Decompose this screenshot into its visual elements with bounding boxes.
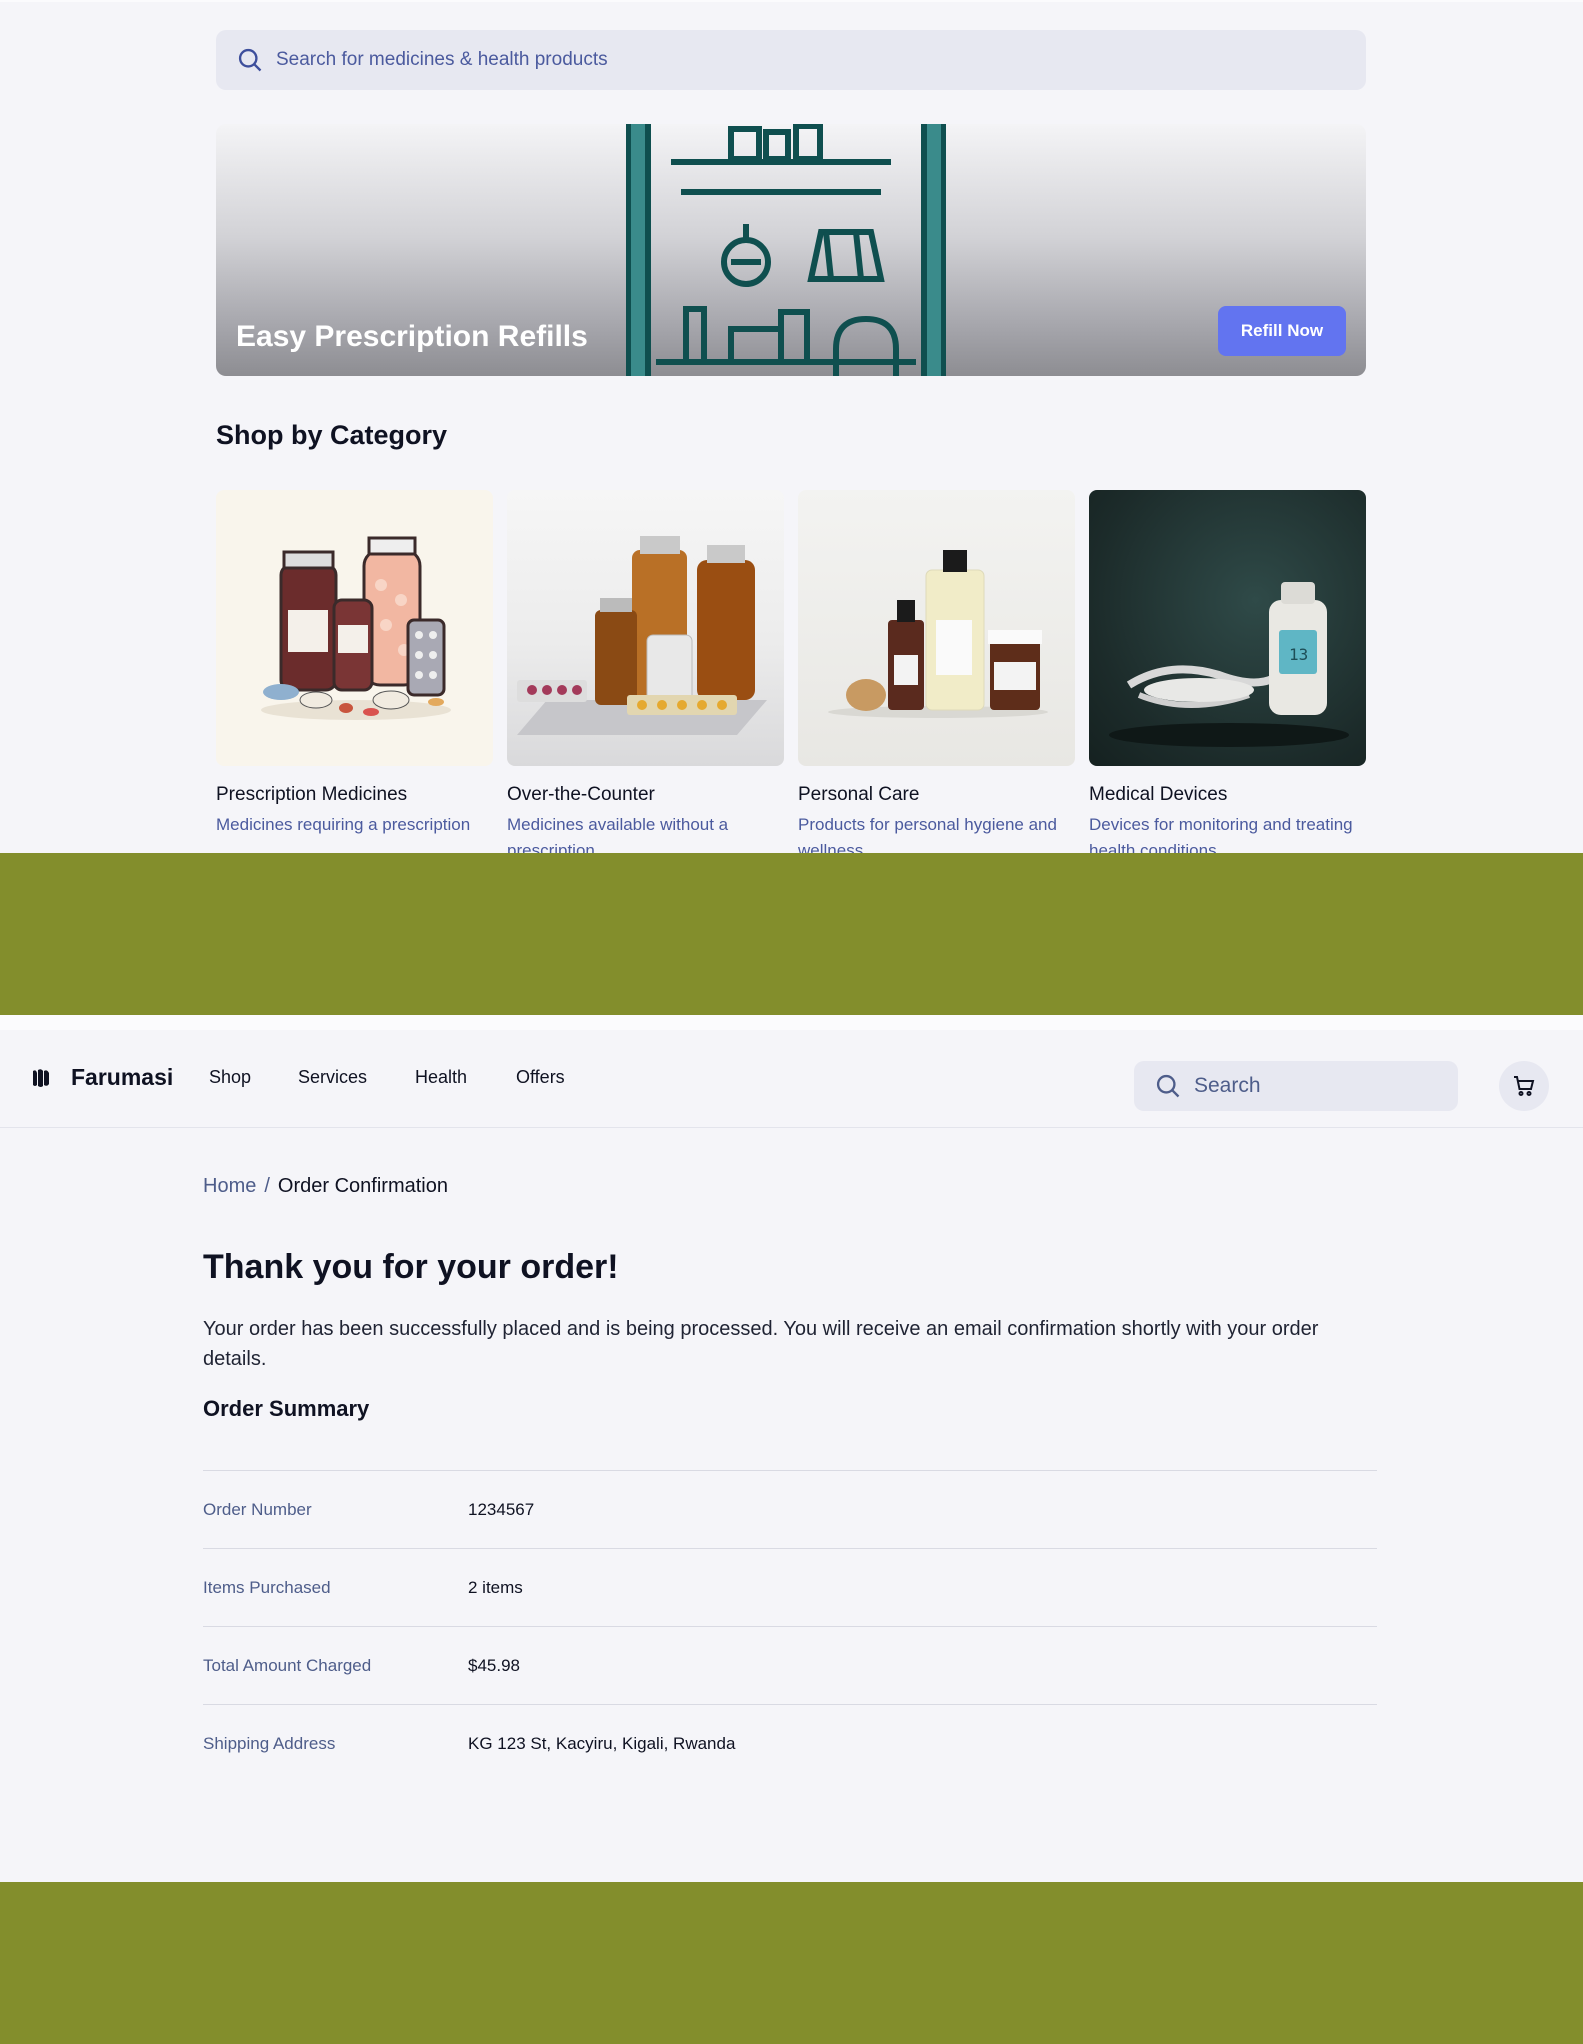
- search-icon: [1156, 1074, 1180, 1098]
- summary-value: 2 items: [468, 1577, 523, 1597]
- category-card-medical-devices[interactable]: 13 Medical Devices Devices for monitorin…: [1089, 490, 1366, 855]
- summary-value: 1234567: [468, 1499, 535, 1519]
- category-card-personal-care[interactable]: Personal Care Products for personal hygi…: [798, 490, 1075, 855]
- search-placeholder: Search for medicines & health products: [276, 49, 608, 70]
- shop-by-category-heading: Shop by Category: [216, 420, 448, 450]
- separator-band-top: [0, 853, 1583, 1015]
- category-name: Personal Care: [798, 784, 920, 805]
- order-summary-heading: Order Summary: [203, 1396, 370, 1421]
- prescription-refill-banner: Easy Prescription Refills Refill Now: [216, 124, 1366, 376]
- nav-link-offers[interactable]: Offers: [516, 1067, 565, 1088]
- summary-label: Total Amount Charged: [203, 1655, 372, 1675]
- home-page-section: Search for medicines & health products E…: [0, 0, 1583, 855]
- pharmacy-shelf-illustration: [626, 124, 946, 376]
- banner-title: Easy Prescription Refills: [236, 320, 588, 353]
- summary-value: KG 123 St, Kacyiru, Kigali, Rwanda: [468, 1733, 736, 1753]
- category-name: Over-the-Counter: [507, 784, 655, 805]
- refill-now-button[interactable]: Refill Now: [1218, 306, 1346, 356]
- summary-row-items-purchased: Items Purchased 2 items: [203, 1548, 1377, 1626]
- cart-icon: [1514, 1076, 1535, 1096]
- summary-value: $45.98: [468, 1655, 520, 1675]
- product-search-bar[interactable]: Search for medicines & health products: [216, 30, 1366, 90]
- breadcrumb: Home / Order Confirmation: [203, 1175, 448, 1198]
- category-description: Devices for monitoring and treating heal…: [1089, 815, 1353, 855]
- breadcrumb-separator: /: [264, 1175, 270, 1197]
- medical-devices-image: 13: [1089, 490, 1366, 766]
- category-description: Products for personal hygiene and wellne…: [798, 815, 1057, 855]
- summary-label: Order Number: [203, 1499, 312, 1519]
- breadcrumb-home-link[interactable]: Home: [203, 1175, 256, 1197]
- separator-band-bottom: [0, 1882, 1583, 2044]
- brand-name[interactable]: Farumasi: [71, 1064, 173, 1091]
- category-card-prescription[interactable]: Prescription Medicines Medicines requiri…: [216, 490, 493, 838]
- category-description: Medicines requiring a prescription: [216, 815, 471, 834]
- page-title: Thank you for your order!: [203, 1248, 619, 1286]
- header-search-placeholder: Search: [1194, 1074, 1261, 1097]
- summary-row-shipping-address: Shipping Address KG 123 St, Kacyiru, Kig…: [203, 1704, 1377, 1782]
- personal-care-image: [798, 490, 1075, 766]
- category-name: Prescription Medicines: [216, 784, 408, 805]
- summary-label: Items Purchased: [203, 1577, 331, 1597]
- nav-link-services[interactable]: Services: [298, 1067, 367, 1088]
- brand-logo-icon: [33, 1069, 49, 1087]
- prescription-medicines-image: [216, 490, 493, 766]
- category-name: Medical Devices: [1089, 784, 1228, 805]
- breadcrumb-current: Order Confirmation: [277, 1175, 448, 1197]
- top-navigation-bar: Farumasi Shop Services Health Offers Sea…: [0, 1030, 1583, 1128]
- cart-button[interactable]: [1499, 1061, 1549, 1111]
- order-confirmation-page: Farumasi Shop Services Health Offers Sea…: [0, 1015, 1583, 1882]
- confirmation-message: Your order has been successfully placed …: [203, 1318, 1319, 1370]
- over-the-counter-image: [507, 490, 784, 766]
- nav-link-health[interactable]: Health: [415, 1067, 467, 1088]
- category-description: Medicines available without a prescripti…: [507, 815, 729, 855]
- header-search-input[interactable]: Search: [1134, 1061, 1458, 1111]
- category-card-otc[interactable]: Over-the-Counter Medicines available wit…: [507, 490, 784, 855]
- summary-row-total-amount: Total Amount Charged $45.98: [203, 1626, 1377, 1704]
- summary-label: Shipping Address: [203, 1733, 336, 1753]
- nav-link-shop[interactable]: Shop: [209, 1067, 251, 1088]
- search-icon: [238, 48, 262, 72]
- category-grid: Prescription Medicines Medicines requiri…: [216, 490, 1366, 855]
- svg-text:13: 13: [1289, 645, 1308, 664]
- order-summary-table: Order Number 1234567 Items Purchased 2 i…: [203, 1470, 1377, 1782]
- summary-row-order-number: Order Number 1234567: [203, 1470, 1377, 1548]
